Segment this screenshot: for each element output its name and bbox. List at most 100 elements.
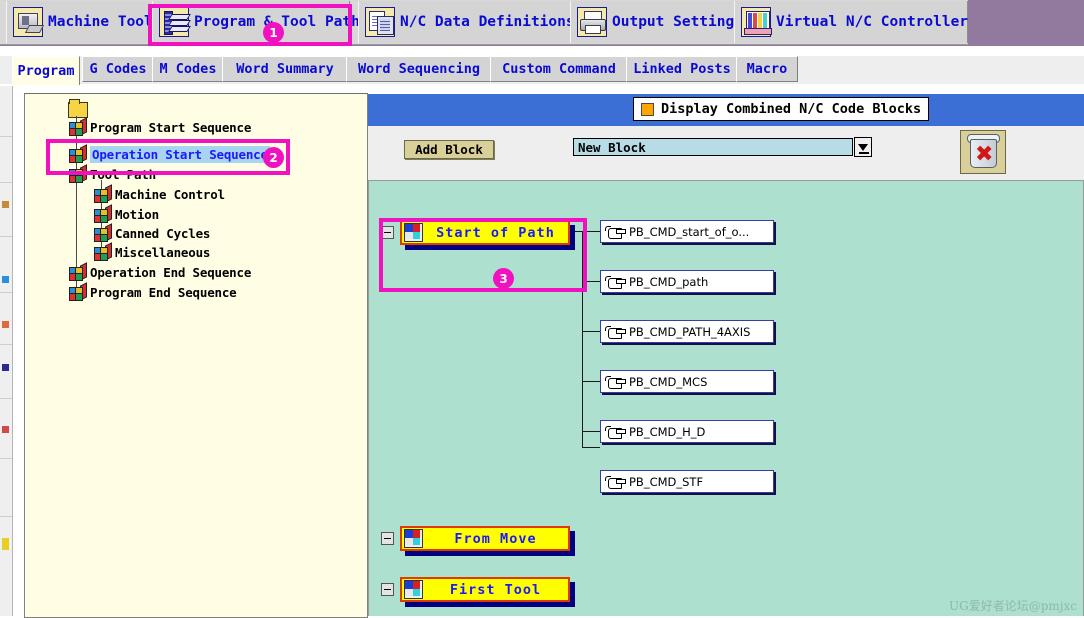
tab-label: Word Sequencing xyxy=(358,61,480,77)
tree-node-operation-end-sequence[interactable]: Operation End Sequence xyxy=(69,261,251,281)
toolbar-label: Output Settings xyxy=(612,14,743,30)
toolbar-button-machine-tool[interactable]: Machine Tool xyxy=(6,1,154,43)
tab-label: M Codes xyxy=(159,61,217,77)
toolbar-button-output-settings[interactable]: Output Settings xyxy=(570,1,743,43)
tab-label: G Codes xyxy=(89,61,147,77)
toolbar-button-nc-data-definitions[interactable]: N/C Data Definitions xyxy=(358,1,575,43)
collapse-toggle[interactable] xyxy=(381,226,394,239)
pointing-hand-icon xyxy=(605,274,626,290)
tab-underline xyxy=(0,84,1084,86)
command-pb-cmd-mcs[interactable]: PB_CMD_MCS xyxy=(600,370,774,393)
tree-node-motion[interactable]: Motion xyxy=(94,203,159,223)
left-edge-strip xyxy=(0,86,13,616)
machine-tool-icon xyxy=(13,7,45,37)
new-block-value: New Block xyxy=(578,139,646,155)
pointing-hand-icon xyxy=(605,224,626,240)
command-label: PB_CMD_H_D xyxy=(629,424,706,439)
tab-program[interactable]: Program xyxy=(12,56,80,85)
tree-node-label: Motion xyxy=(115,206,159,222)
chevron-down-icon[interactable] xyxy=(854,137,872,157)
annotation-badge-3: 3 xyxy=(493,268,514,289)
command-pb-cmd-h-d[interactable]: PB_CMD_H_D xyxy=(600,420,774,443)
tree-node-program-start-sequence[interactable]: Program Start Sequence xyxy=(69,116,252,136)
command-pb-cmd-start-of-o[interactable]: PB_CMD_start_of_o... xyxy=(600,220,774,243)
tree-node-label: Machine Control xyxy=(115,186,225,202)
collapse-toggle[interactable] xyxy=(381,583,394,596)
new-block-combo[interactable]: New Block xyxy=(573,138,853,156)
tree-node-label: Operation Start Sequence xyxy=(90,145,270,163)
tree-node-label: Canned Cycles xyxy=(115,225,211,241)
tab-label: Program xyxy=(17,63,75,79)
printer-icon xyxy=(577,7,607,37)
block-cube-icon xyxy=(69,163,87,183)
pointing-hand-icon xyxy=(605,424,626,440)
tab-word-summary[interactable]: Word Summary xyxy=(222,56,348,82)
command-label: PB_CMD_start_of_o... xyxy=(629,224,750,239)
connector-line xyxy=(582,281,600,282)
block-canvas[interactable]: Start of Path PB_CMD_start_of_o... PB_CM… xyxy=(368,180,1084,616)
delete-button[interactable]: ✖ xyxy=(960,130,1006,174)
command-label: PB_CMD_PATH_4AXIS xyxy=(629,324,751,339)
collapse-toggle[interactable] xyxy=(381,532,394,545)
tree-node-program-end-sequence[interactable]: Program End Sequence xyxy=(69,281,237,301)
tree-node-label: Program Start Sequence xyxy=(90,119,252,135)
display-combined-checkbox[interactable]: Display Combined N/C Code Blocks xyxy=(633,97,930,121)
panel-title-bar: Display Combined N/C Code Blocks xyxy=(368,94,1084,126)
block-cube-icon xyxy=(94,222,112,242)
block-body[interactable]: Start of Path xyxy=(400,220,570,245)
toolbar-label: Machine Tool xyxy=(48,14,153,30)
tab-label: Word Summary xyxy=(236,61,334,77)
tab-macro[interactable]: Macro xyxy=(736,56,798,82)
connector-line xyxy=(582,447,600,448)
root-folder-icon xyxy=(68,99,88,118)
tree-node-canned-cycles[interactable]: Canned Cycles xyxy=(94,222,211,242)
command-label: PB_CMD_MCS xyxy=(629,374,708,389)
badge-text: 2 xyxy=(269,150,278,165)
program-tool-path-icon xyxy=(159,7,191,37)
toolbar-button-program-tool-path[interactable]: Program & Tool Path xyxy=(152,1,360,43)
tree-node-label: Program End Sequence xyxy=(90,284,237,300)
toolbar-button-virtual-nc-controller[interactable]: Virtual N/C Controller xyxy=(734,1,968,43)
badge-text: 1 xyxy=(269,25,278,40)
tree-node-machine-control[interactable]: Machine Control xyxy=(94,183,225,203)
toolbar-label: N/C Data Definitions xyxy=(400,14,575,30)
virtual-nc-controller-icon xyxy=(741,7,772,37)
pointing-hand-icon xyxy=(605,324,626,340)
tree-node-operation-start-sequence[interactable]: Operation Start Sequence xyxy=(69,143,270,163)
block-cube-icon xyxy=(69,116,87,136)
checkbox-indicator[interactable] xyxy=(641,102,654,116)
block-from-move[interactable]: From Move xyxy=(381,526,570,551)
main-toolbar: Machine Tool Program & Tool Path N/C Dat… xyxy=(0,0,1084,46)
connector-line xyxy=(582,231,600,232)
tab-custom-command[interactable]: Custom Command xyxy=(490,56,628,82)
block-cube-icon xyxy=(69,281,87,301)
command-label: PB_CMD_STF xyxy=(629,474,704,489)
badge-text: 3 xyxy=(499,271,508,286)
tab-g-codes[interactable]: G Codes xyxy=(82,56,154,82)
command-pb-cmd-path-4axis[interactable]: PB_CMD_PATH_4AXIS xyxy=(600,320,774,343)
tree-node-label: Tool Path xyxy=(90,166,156,182)
block-first-tool[interactable]: First Tool xyxy=(381,577,570,602)
block-label: Start of Path xyxy=(436,224,555,241)
tab-linked-posts[interactable]: Linked Posts xyxy=(626,56,738,82)
block-body[interactable]: From Move xyxy=(400,526,570,551)
tab-label: Custom Command xyxy=(502,61,616,77)
tab-word-sequencing[interactable]: Word Sequencing xyxy=(346,56,492,82)
command-pb-cmd-stf[interactable]: PB_CMD_STF xyxy=(600,470,774,493)
connector-line xyxy=(582,231,583,447)
block-puzzle-icon xyxy=(404,223,423,242)
command-pb-cmd-path[interactable]: PB_CMD_path xyxy=(600,270,774,293)
pointing-hand-icon xyxy=(605,374,626,390)
block-toolbar: Add Block New Block ✖ xyxy=(368,126,1084,180)
block-start-of-path[interactable]: Start of Path xyxy=(381,220,570,245)
tree-node-miscellaneous[interactable]: Miscellaneous xyxy=(94,241,210,261)
tab-m-codes[interactable]: M Codes xyxy=(152,56,224,82)
add-block-button[interactable]: Add Block xyxy=(404,140,494,159)
tree-node-tool-path[interactable]: Tool Path xyxy=(69,163,156,183)
tab-bar: Program G Codes M Codes Word Summary Wor… xyxy=(0,56,1084,86)
block-puzzle-icon xyxy=(404,580,423,599)
watermark: UG爱好者论坛@pmjxc xyxy=(949,599,1077,613)
sequence-tree-panel[interactable]: Program Start Sequence Operation Start S… xyxy=(24,93,368,618)
block-body[interactable]: First Tool xyxy=(400,577,570,602)
postbuilder-window: Machine Tool Program & Tool Path N/C Dat… xyxy=(0,0,1084,618)
